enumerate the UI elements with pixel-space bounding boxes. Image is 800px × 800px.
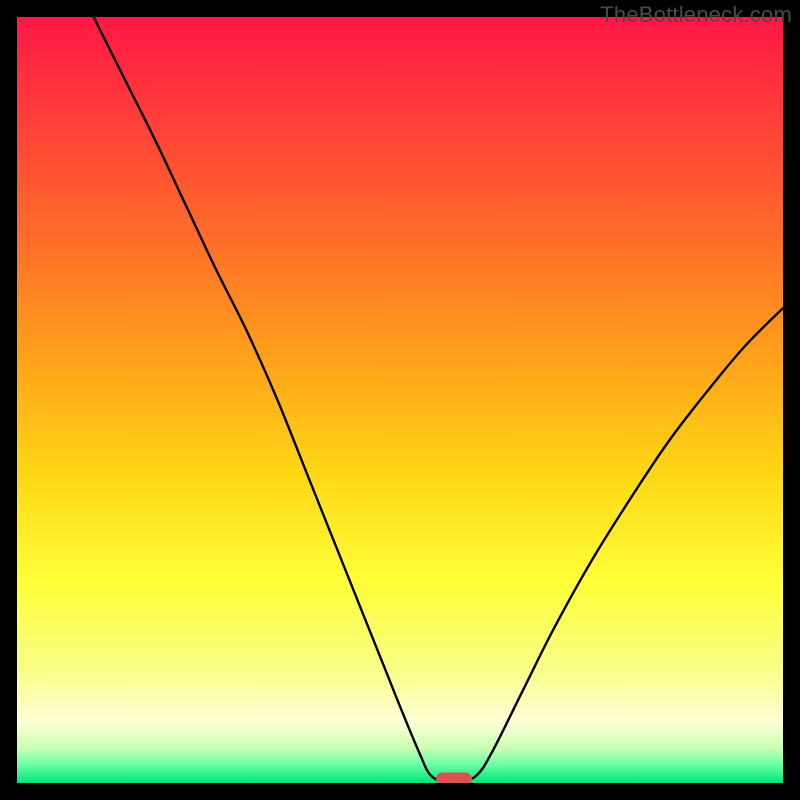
chart-container: TheBottleneck.com	[0, 0, 800, 800]
optimal-marker	[436, 773, 472, 783]
plot-area	[17, 17, 783, 783]
watermark-text: TheBottleneck.com	[600, 2, 792, 28]
gradient-background	[17, 17, 783, 783]
